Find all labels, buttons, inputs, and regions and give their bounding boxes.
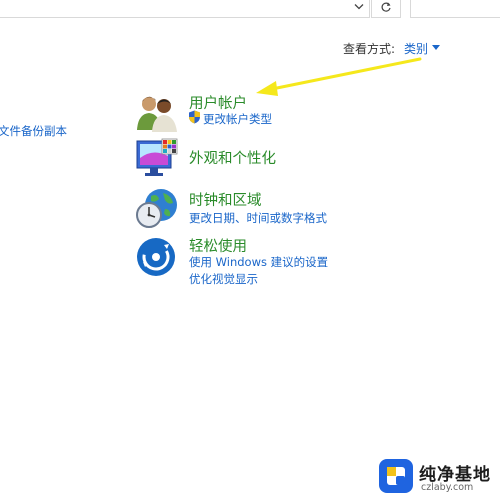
appearance-icon[interactable] — [135, 138, 179, 180]
annotation-arrow — [256, 57, 422, 96]
address-dropdown-button[interactable] — [348, 0, 370, 17]
user-accounts-icon[interactable] — [135, 92, 179, 132]
category-title-appearance[interactable]: 外观和个性化 — [189, 147, 276, 168]
clock-region-icon[interactable] — [135, 187, 179, 231]
refresh-button[interactable] — [371, 0, 401, 18]
left-panel-backup-link[interactable]: 文件备份副本 — [0, 123, 67, 139]
uac-shield-icon — [189, 110, 200, 124]
change-account-type-link[interactable]: 更改帐户类型 — [203, 111, 272, 127]
search-input[interactable] — [410, 0, 500, 18]
chevron-down-icon — [354, 3, 364, 9]
address-bar[interactable] — [0, 0, 370, 18]
watermark-logo — [379, 459, 413, 493]
refresh-icon — [381, 2, 391, 12]
category-title-ease-of-access[interactable]: 轻松使用 — [189, 235, 247, 256]
category-title-clock-region[interactable]: 时钟和区域 — [189, 189, 262, 210]
change-date-time-format-link[interactable]: 更改日期、时间或数字格式 — [189, 210, 327, 226]
ease-of-access-icon[interactable] — [135, 236, 179, 278]
chevron-down-icon[interactable] — [432, 45, 440, 50]
recommended-settings-link[interactable]: 使用 Windows 建议的设置 — [189, 254, 328, 270]
watermark-subtitle: czlaby.com — [421, 482, 474, 493]
optimize-visual-display-link[interactable]: 优化视觉显示 — [189, 271, 258, 287]
